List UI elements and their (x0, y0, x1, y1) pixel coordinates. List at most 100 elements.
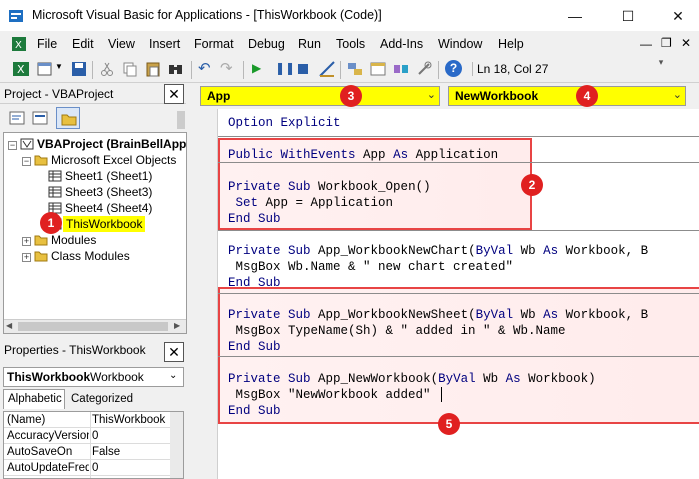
code-line[interactable]: End Sub (228, 403, 281, 419)
dropdown-arrow-icon[interactable]: ▼ (55, 62, 63, 71)
menu-help[interactable]: Help (498, 37, 524, 51)
code-line[interactable]: MsgBox Wb.Name & " new chart created" (228, 259, 514, 275)
mdi-restore-icon[interactable]: ❐ (661, 36, 672, 50)
save-icon[interactable] (70, 60, 88, 78)
menu-run[interactable]: Run (298, 37, 321, 51)
design-mode-icon[interactable] (318, 60, 336, 78)
scroll-left-icon[interactable]: ◀ (6, 321, 12, 330)
menu-format[interactable]: Format (194, 37, 234, 51)
mdi-minimize-icon[interactable]: — (640, 37, 652, 51)
excel-icon[interactable]: X (12, 37, 26, 51)
tree-folder-modules[interactable]: Modules (51, 232, 96, 248)
view-code-icon[interactable] (8, 109, 26, 127)
code-line[interactable]: MsgBox "NewWorkbook added" (228, 387, 431, 403)
code-line[interactable]: Private Sub App_WorkbookNewChart(ByVal W… (228, 243, 648, 259)
property-row[interactable]: AutoSaveOn False (4, 444, 179, 460)
expand-toggle-icon[interactable]: + (22, 253, 31, 262)
maximize-button[interactable]: ☐ (618, 6, 638, 26)
menu-window[interactable]: Window (438, 37, 482, 51)
code-line[interactable]: Option Explicit (228, 115, 341, 131)
close-properties-panel-icon[interactable]: ✕ (164, 342, 184, 362)
vertical-scrollbar[interactable] (170, 412, 183, 478)
toggle-folders-button[interactable] (56, 107, 80, 129)
tree-item-sheet1[interactable]: Sheet1 (Sheet1) (65, 168, 152, 184)
property-value[interactable]: 0 (92, 460, 98, 476)
toolbar-separator (340, 61, 341, 79)
object-selector[interactable]: ThisWorkbook Workbook ⌄ (3, 367, 184, 387)
code-text: End Sub (228, 340, 281, 354)
panel-splitter[interactable] (187, 84, 195, 479)
chevron-down-icon[interactable]: ⌄ (427, 88, 436, 101)
property-name: AutoSaveOn (7, 446, 73, 458)
scrollbar[interactable] (177, 111, 185, 129)
collapse-toggle-icon[interactable]: − (8, 141, 17, 150)
menu-tools[interactable]: Tools (336, 37, 365, 51)
collapse-toggle-icon[interactable]: − (22, 157, 31, 166)
help-icon[interactable]: ? (445, 60, 462, 77)
tree-folder-class-modules[interactable]: Class Modules (51, 248, 130, 264)
procedure-dropdown[interactable]: NewWorkbook ⌄ (448, 86, 686, 106)
tab-categorized[interactable]: Categorized (67, 391, 137, 409)
toolbar-separator (191, 61, 192, 79)
toolbox-icon[interactable] (415, 60, 433, 78)
insert-module-icon[interactable] (36, 60, 54, 78)
find-icon[interactable] (167, 60, 185, 78)
expand-toggle-icon[interactable]: + (22, 237, 31, 246)
code-line[interactable]: Private Sub App_NewWorkbook(ByVal Wb As … (228, 371, 596, 387)
object-browser-icon[interactable] (392, 60, 410, 78)
undo-icon[interactable]: ↶ (198, 59, 211, 77)
property-row[interactable]: AccuracyVersion 0 (4, 428, 179, 444)
horizontal-scrollbar[interactable]: ◀ ▶ (4, 319, 186, 333)
close-button[interactable]: ✕ (668, 6, 688, 26)
minimize-button[interactable]: — (565, 6, 585, 26)
object-dropdown[interactable]: App ⌄ (200, 86, 440, 106)
reset-icon[interactable] (298, 64, 308, 74)
menu-edit[interactable]: Edit (72, 37, 94, 51)
scroll-right-icon[interactable]: ▶ (174, 321, 180, 330)
properties-panel-title: Properties - ThisWorkbook (4, 343, 146, 357)
code-line[interactable]: Set App = Application (228, 195, 394, 211)
menu-view[interactable]: View (108, 37, 135, 51)
property-value[interactable]: False (92, 444, 120, 460)
property-value[interactable]: 0 (92, 428, 98, 444)
run-icon[interactable]: ▶ (252, 61, 261, 75)
menu-addins[interactable]: Add-Ins (380, 37, 423, 51)
scrollbar-thumb[interactable] (18, 322, 168, 331)
paste-icon[interactable] (144, 60, 162, 78)
tab-alphabetic[interactable]: Alphabetic (3, 389, 65, 409)
code-line[interactable]: Private Sub Workbook_Open() (228, 179, 431, 195)
view-excel-icon[interactable]: X (12, 60, 30, 78)
code-text: Option Explicit (228, 116, 341, 130)
cut-icon[interactable] (98, 60, 116, 78)
code-line[interactable]: Public WithEvents App As Application (228, 147, 498, 163)
annotation-badge-2: 2 (521, 174, 543, 196)
project-explorer-icon[interactable] (346, 60, 364, 78)
menu-file[interactable]: File (37, 37, 57, 51)
menu-insert[interactable]: Insert (149, 37, 180, 51)
chevron-down-icon[interactable]: ⌄ (673, 88, 682, 101)
property-row[interactable]: (Name) ThisWorkbook (4, 412, 179, 428)
tree-item-sheet3[interactable]: Sheet3 (Sheet3) (65, 184, 152, 200)
code-line[interactable]: MsgBox TypeName(Sh) & " added in " & Wb.… (228, 323, 566, 339)
code-line[interactable]: Private Sub App_WorkbookNewSheet(ByVal W… (228, 307, 648, 323)
copy-icon[interactable] (121, 60, 139, 78)
tree-item-sheet4[interactable]: Sheet4 (Sheet4) (65, 200, 152, 216)
break-icon[interactable]: ❚❚ (275, 61, 295, 75)
redo-icon[interactable]: ↷ (220, 59, 233, 77)
toolbar-options-icon[interactable]: ▾ (656, 57, 666, 83)
properties-window-icon[interactable] (369, 60, 387, 78)
property-row[interactable]: AutoUpdateFreq 0 (4, 460, 179, 476)
chevron-down-icon[interactable]: ⌄ (169, 370, 177, 381)
property-value[interactable]: ThisWorkbook (92, 412, 165, 428)
close-project-panel-icon[interactable]: ✕ (164, 84, 184, 104)
code-line[interactable]: End Sub (228, 211, 281, 227)
tree-root-project[interactable]: VBAProject (BrainBellApp (37, 136, 186, 152)
view-object-icon[interactable] (31, 109, 49, 127)
margin-indicator-bar[interactable] (196, 109, 218, 479)
code-line[interactable]: End Sub (228, 339, 281, 355)
mdi-close-icon[interactable]: ✕ (681, 36, 691, 50)
menu-debug[interactable]: Debug (248, 37, 285, 51)
code-line[interactable]: End Sub (228, 275, 281, 291)
tree-folder-excel-objects[interactable]: Microsoft Excel Objects (51, 152, 176, 168)
tree-item-thisworkbook[interactable]: ThisWorkbook (63, 216, 146, 232)
